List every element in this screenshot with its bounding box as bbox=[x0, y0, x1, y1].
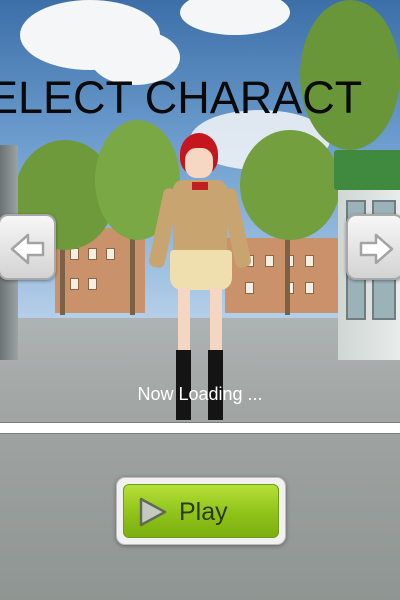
loading-progress-bar bbox=[0, 422, 400, 434]
arrow-left-icon bbox=[10, 233, 45, 265]
building-window bbox=[305, 282, 314, 294]
play-triangle-icon bbox=[139, 497, 167, 527]
character-leg bbox=[178, 288, 190, 358]
character-blazer bbox=[173, 180, 227, 258]
building-window bbox=[88, 248, 97, 260]
play-button[interactable]: Play bbox=[116, 477, 286, 545]
building-window bbox=[70, 248, 79, 260]
play-button-label: Play bbox=[179, 498, 228, 526]
arrow-right-icon bbox=[359, 233, 394, 265]
shop-roof bbox=[334, 150, 400, 190]
building-window bbox=[106, 248, 115, 260]
previous-character-button[interactable] bbox=[0, 214, 56, 280]
character-model bbox=[140, 128, 260, 428]
character-face bbox=[185, 148, 213, 178]
character-bow bbox=[192, 182, 208, 190]
building-window bbox=[88, 278, 97, 290]
character-leg bbox=[210, 288, 222, 358]
character-skirt bbox=[170, 250, 232, 290]
play-button-face: Play bbox=[123, 484, 279, 538]
next-character-button[interactable] bbox=[346, 214, 400, 280]
building-window bbox=[265, 255, 274, 267]
building-window bbox=[305, 255, 314, 267]
select-character-title: ELECT CHARACT bbox=[0, 72, 363, 123]
building-window bbox=[70, 278, 79, 290]
loading-status-text: Now Loading ... bbox=[137, 384, 263, 404]
